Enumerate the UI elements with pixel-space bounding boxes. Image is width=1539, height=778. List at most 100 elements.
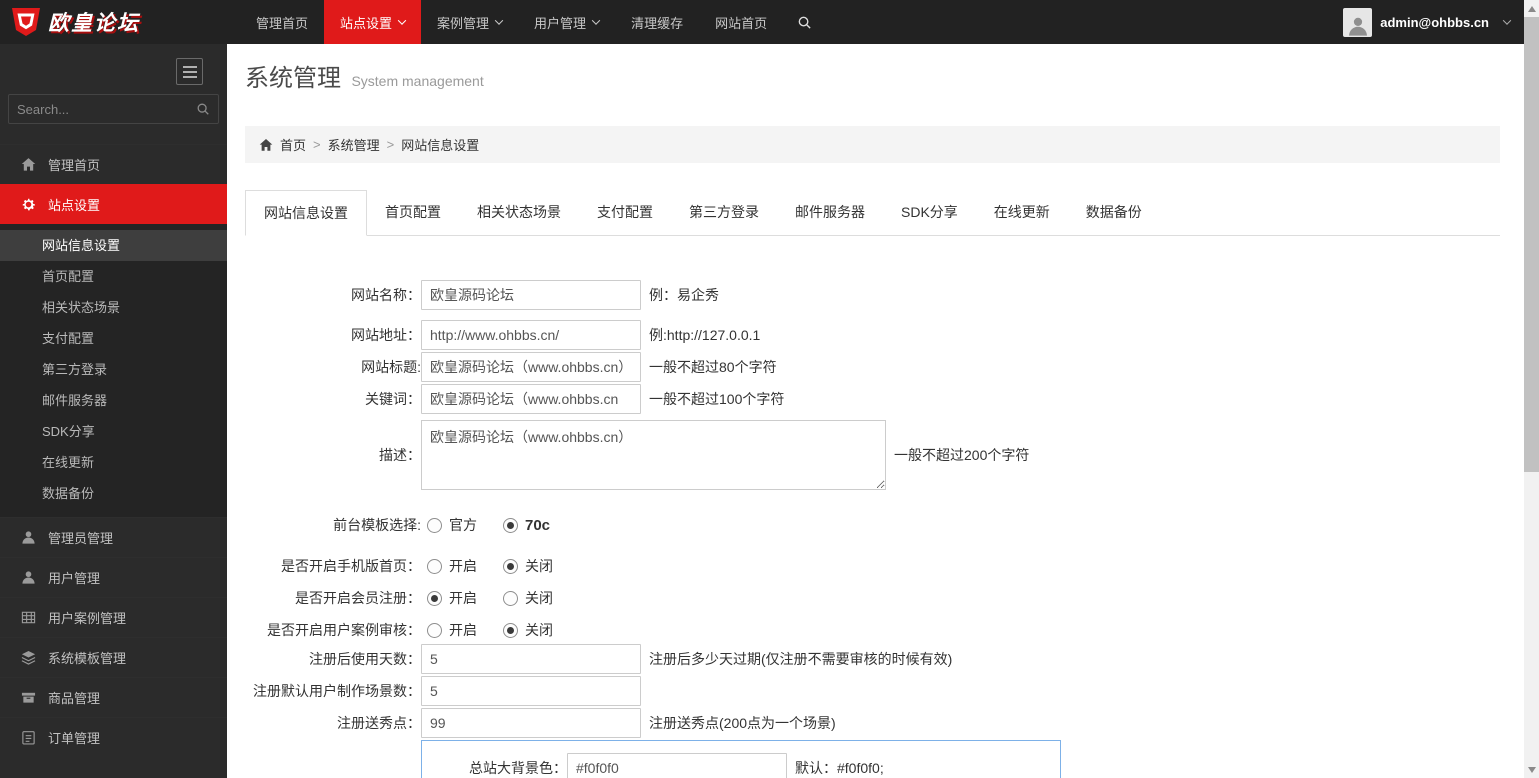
sidebar-item-user-case-management[interactable]: 用户案例管理 xyxy=(0,597,227,637)
case-audit-option-on[interactable]: 开启 xyxy=(427,620,477,640)
sidebar-subitem-online-update[interactable]: 在线更新 xyxy=(0,447,227,478)
topnav-label: 用户管理 xyxy=(534,13,586,32)
topnav-site-front[interactable]: 网站首页 xyxy=(699,0,783,44)
radio-label: 开启 xyxy=(449,556,477,576)
case-audit-off-radio[interactable] xyxy=(503,623,518,638)
site-url-input[interactable] xyxy=(421,320,641,350)
breadcrumb-separator: > xyxy=(313,137,321,152)
template-option-official[interactable]: 官方 xyxy=(427,515,477,535)
sidebar-subitem-thirdparty-login[interactable]: 第三方登录 xyxy=(0,354,227,385)
tab-payment-config[interactable]: 支付配置 xyxy=(579,190,671,236)
topnav-user-management[interactable]: 用户管理 xyxy=(518,0,615,44)
topnav-label: 网站首页 xyxy=(715,13,767,32)
topbar-search-icon[interactable] xyxy=(783,0,826,44)
search-icon[interactable] xyxy=(196,102,210,116)
scrollbar-down-arrow[interactable] xyxy=(1524,761,1539,778)
form-row-reg-days: 注册后使用天数： 注册后多少天过期(仅注册不需要审核的时候有效) xyxy=(245,644,1500,674)
reg-scenes-input[interactable] xyxy=(421,676,641,706)
sidebar: 管理首页 站点设置 网站信息设置 首页配置 相关状态场景 支付配置 第三方登录 … xyxy=(0,44,227,778)
sidebar-subitem-website-info[interactable]: 网站信息设置 xyxy=(0,230,227,261)
scrollbar[interactable] xyxy=(1524,0,1539,778)
site-name-label: 网站名称： xyxy=(245,285,421,305)
sidebar-submenu: 网站信息设置 首页配置 相关状态场景 支付配置 第三方登录 邮件服务器 SDK分… xyxy=(0,224,227,517)
template-official-radio[interactable] xyxy=(427,518,442,533)
mobile-home-option-off[interactable]: 关闭 xyxy=(503,556,553,576)
sidebar-item-label: 管理首页 xyxy=(48,155,100,174)
sidebar-item-user-management[interactable]: 用户管理 xyxy=(0,557,227,597)
form-row-member-reg: 是否开启会员注册： 开启 关闭 xyxy=(245,589,1500,607)
tab-online-update[interactable]: 在线更新 xyxy=(976,190,1068,236)
sidebar-collapse-button[interactable] xyxy=(176,58,203,85)
sidebar-item-site-settings[interactable]: 站点设置 xyxy=(0,184,227,224)
radio-label: 开启 xyxy=(449,620,477,640)
breadcrumb-home[interactable]: 首页 xyxy=(280,135,306,154)
form-row-site-name: 网站名称： 例：易企秀 xyxy=(245,280,1500,310)
form-row-reg-points: 注册送秀点： 注册送秀点(200点为一个场景) xyxy=(245,708,1500,738)
bg-color-input[interactable] xyxy=(567,753,787,778)
sidebar-subitem-data-backup[interactable]: 数据备份 xyxy=(0,478,227,509)
sidebar-item-product-management[interactable]: 商品管理 xyxy=(0,677,227,717)
sidebar-item-admin-management[interactable]: 管理员管理 xyxy=(0,517,227,557)
tab-data-backup[interactable]: 数据备份 xyxy=(1068,190,1160,236)
sidebar-item-admin-home[interactable]: 管理首页 xyxy=(0,144,227,184)
sidebar-search-input[interactable] xyxy=(17,102,196,117)
radio-label: 70c xyxy=(525,517,550,534)
sidebar-item-order-management[interactable]: 订单管理 xyxy=(0,717,227,757)
topnav-clear-cache[interactable]: 清理缓存 xyxy=(615,0,699,44)
tab-mail-server[interactable]: 邮件服务器 xyxy=(777,190,883,236)
color-settings-box: 总站大背景色： 默认：#f0f0f0; xyxy=(421,740,1061,778)
keywords-label: 关键词： xyxy=(245,389,421,409)
scrollbar-up-arrow[interactable] xyxy=(1524,0,1539,17)
table-icon xyxy=(21,610,36,625)
case-audit-on-radio[interactable] xyxy=(427,623,442,638)
topnav-site-settings[interactable]: 站点设置 xyxy=(324,0,421,44)
keywords-input[interactable] xyxy=(421,384,641,414)
site-title-input[interactable] xyxy=(421,352,641,382)
description-textarea[interactable]: 欧皇源码论坛（www.ohbbs.cn） xyxy=(421,420,886,490)
logo[interactable]: 欧皇论坛 xyxy=(0,0,227,44)
topbar-user-menu[interactable]: admin@ohbbs.cn xyxy=(1343,8,1524,37)
site-url-label: 网站地址： xyxy=(245,325,421,345)
tab-website-info[interactable]: 网站信息设置 xyxy=(245,190,367,236)
form-row-site-title: 网站标题: 一般不超过80个字符 xyxy=(245,352,1500,382)
template-option-70c[interactable]: 70c xyxy=(503,517,550,534)
breadcrumb-system[interactable]: 系统管理 xyxy=(328,135,380,154)
member-reg-option-on[interactable]: 开启 xyxy=(427,588,477,608)
chevron-down-icon xyxy=(592,16,600,24)
topnav-admin-home[interactable]: 管理首页 xyxy=(240,0,324,44)
box-icon xyxy=(21,690,36,705)
tab-thirdparty-login[interactable]: 第三方登录 xyxy=(671,190,777,236)
sidebar-subitem-payment-config[interactable]: 支付配置 xyxy=(0,323,227,354)
mobile-home-off-radio[interactable] xyxy=(503,559,518,574)
form-row-bg-color: 总站大背景色： 默认：#f0f0f0; xyxy=(422,753,1060,778)
mobile-home-on-radio[interactable] xyxy=(427,559,442,574)
tab-sdk-share[interactable]: SDK分享 xyxy=(883,190,976,236)
member-reg-off-radio[interactable] xyxy=(503,591,518,606)
chevron-down-icon xyxy=(495,16,503,24)
scrollbar-thumb[interactable] xyxy=(1524,17,1539,472)
site-name-input[interactable] xyxy=(421,280,641,310)
breadcrumb-separator: > xyxy=(387,137,395,152)
template-70c-radio[interactable] xyxy=(503,518,518,533)
sidebar-subitem-mail-server[interactable]: 邮件服务器 xyxy=(0,385,227,416)
topnav-case-management[interactable]: 案例管理 xyxy=(421,0,518,44)
sidebar-subitem-status-scene[interactable]: 相关状态场景 xyxy=(0,292,227,323)
member-reg-option-off[interactable]: 关闭 xyxy=(503,588,553,608)
reg-points-input[interactable] xyxy=(421,708,641,738)
bg-color-hint: 默认：#f0f0f0; xyxy=(795,758,884,778)
sidebar-subitem-sdk-share[interactable]: SDK分享 xyxy=(0,416,227,447)
tab-homepage-config[interactable]: 首页配置 xyxy=(367,190,459,236)
case-audit-option-off[interactable]: 关闭 xyxy=(503,620,553,640)
radio-label: 关闭 xyxy=(525,556,553,576)
member-reg-on-radio[interactable] xyxy=(427,591,442,606)
breadcrumb-current: 网站信息设置 xyxy=(401,135,479,154)
form-row-reg-scenes: 注册默认用户制作场景数： xyxy=(245,676,1500,706)
tab-status-scene[interactable]: 相关状态场景 xyxy=(459,190,579,236)
sidebar-item-label: 订单管理 xyxy=(48,728,100,747)
sidebar-menu: 管理首页 站点设置 网站信息设置 首页配置 相关状态场景 支付配置 第三方登录 … xyxy=(0,144,227,778)
reg-days-input[interactable] xyxy=(421,644,641,674)
page-subtitle: System management xyxy=(351,73,483,89)
sidebar-subitem-homepage-config[interactable]: 首页配置 xyxy=(0,261,227,292)
sidebar-item-template-management[interactable]: 系统模板管理 xyxy=(0,637,227,677)
mobile-home-option-on[interactable]: 开启 xyxy=(427,556,477,576)
